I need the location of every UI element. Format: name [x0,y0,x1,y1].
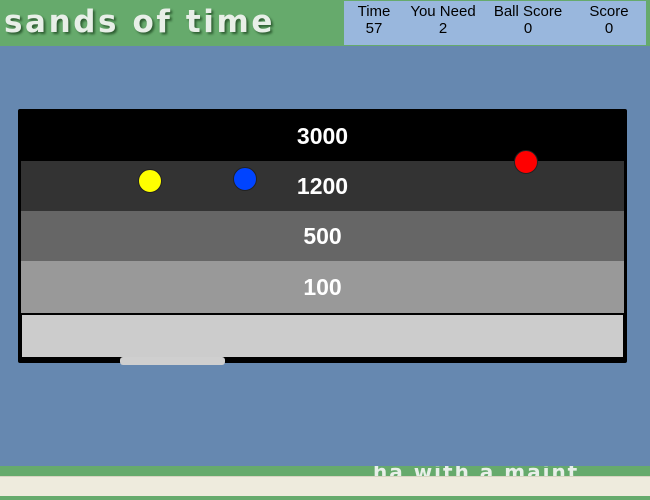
zone-500: 500 [21,211,624,261]
sand-tray [22,315,623,357]
paddle[interactable] [120,357,225,365]
score-panel: Time 57 You Need 2 Ball Score 0 Score 0 [344,1,646,45]
ball-score-stat: Ball Score 0 [486,4,570,37]
game-title: sands of time [4,4,276,40]
game-board[interactable]: 3000 1200 500 100 [18,109,627,363]
you-need-stat: You Need 2 [404,4,482,37]
status-bar [0,476,650,497]
score-label: Score [589,3,629,20]
time-stat: Time 57 [350,4,398,37]
time-label: Time [357,3,391,20]
header-bar: sands of time Time 57 You Need 2 Ball Sc… [0,0,650,46]
blue-ball[interactable] [233,167,257,191]
ball-score-label: Ball Score [493,3,563,20]
yellow-ball[interactable] [138,169,162,193]
bottom-edge [0,496,650,500]
zone-100: 100 [21,261,624,313]
time-value: 57 [365,20,383,37]
you-need-value: 2 [438,20,448,37]
you-need-label: You Need [410,3,476,20]
score-value: 0 [604,20,614,37]
red-ball[interactable] [514,150,538,174]
score-stat: Score 0 [578,4,640,37]
ball-score-value: 0 [523,20,533,37]
